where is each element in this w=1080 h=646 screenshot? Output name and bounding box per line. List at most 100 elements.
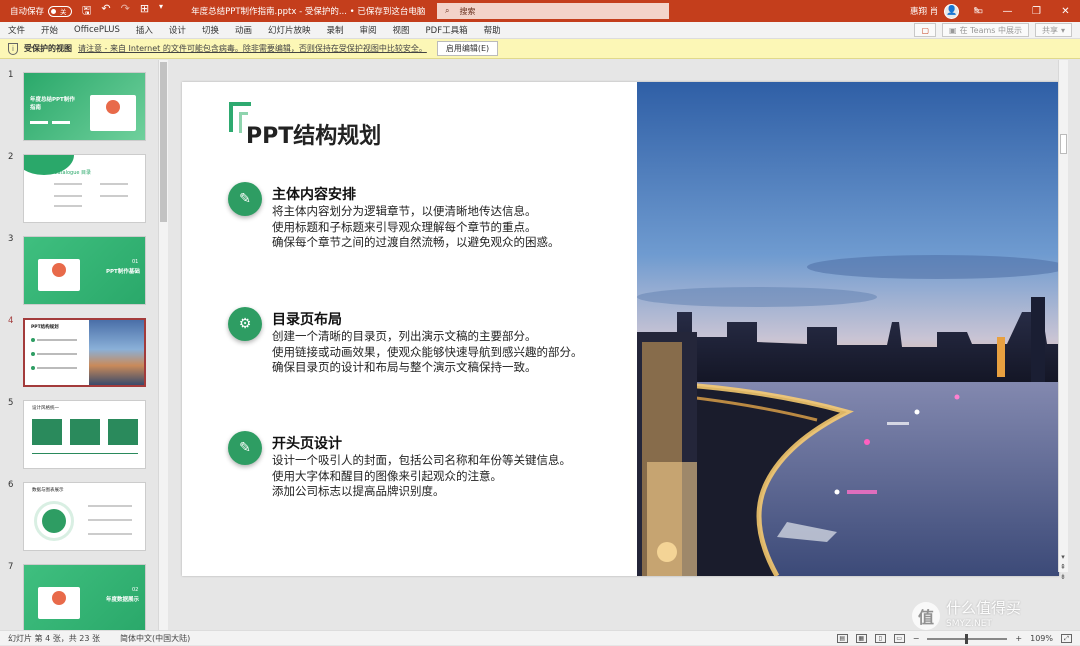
autosave-toggle[interactable]: 关 [48, 5, 73, 17]
thumb-title: 年度数据展示 [106, 597, 140, 603]
tab-home[interactable]: 开始 [33, 24, 66, 36]
slide-scrollbar[interactable] [1058, 60, 1068, 572]
slide-canvas[interactable]: PPT结构规划 ✎ 主体内容安排 将主体内容划分为逻辑章节，以便清晰地传达信息。… [182, 82, 1059, 576]
protected-view-bar: i 受保护的视图 请注意 - 来自 Internet 的文件可能包含病毒。除非需… [0, 39, 1080, 59]
status-bar: 幻灯片 第 4 张，共 23 张 简体中文(中国大陆) ▤ ▦ ▯ ▭ − + … [0, 630, 1080, 645]
scroll-thumb[interactable] [160, 62, 167, 222]
section-body: 将主体内容划分为逻辑章节，以便清晰地传达信息。 使用标题和子标题来引导观众理解每… [272, 204, 560, 251]
watermark-site: SMYZ.NET [946, 619, 992, 629]
section-heading: 目录页布局 [272, 312, 342, 328]
thumb-number: 2 [8, 152, 14, 162]
thumbnail-slide-3[interactable]: 01 PPT制作基础 [23, 236, 146, 305]
tab-transitions[interactable]: 切换 [194, 24, 227, 36]
tab-insert[interactable]: 插入 [128, 24, 161, 36]
enable-editing-button[interactable]: 启用编辑(E) [436, 41, 499, 56]
search-box[interactable]: ⌕ 搜索 [437, 3, 669, 19]
save-icon[interactable]: 🖫 [82, 2, 91, 21]
section-body: 设计一个吸引人的封面，包括公司名称和年份等关键信息。 使用大字体和醒目的图像来引… [272, 453, 571, 500]
thumb-title: PPT制作基础 [106, 269, 140, 275]
present-icon[interactable]: ⊞ [140, 2, 149, 21]
tab-slideshow[interactable]: 幻灯片放映 [260, 24, 319, 36]
slide-title[interactable]: PPT结构规划 [246, 118, 381, 150]
normal-view-icon[interactable]: ▤ [836, 634, 848, 643]
restore-icon[interactable]: ❐ [1022, 0, 1051, 22]
thumb-laptop-image [90, 95, 136, 131]
customize-qat-icon[interactable]: ▾ [159, 2, 163, 21]
body-line: 确保每个章节之间的过渡自然流畅，以避免观众的困惑。 [272, 235, 560, 249]
thumb-sub: 01 [132, 259, 139, 265]
city-skyline-photo[interactable] [637, 82, 1059, 576]
teams-icon: ▣ [949, 25, 957, 35]
zoom-in-icon[interactable]: + [1015, 634, 1022, 643]
tab-record[interactable]: 录制 [318, 24, 351, 36]
body-line: 添加公司标志以提高品牌识别度。 [272, 484, 445, 498]
tab-design[interactable]: 设计 [161, 24, 194, 36]
shield-icon: i [8, 42, 18, 55]
thumb-number: 1 [8, 70, 14, 80]
zoom-level[interactable]: 109% [1030, 634, 1053, 643]
document-title: 年度总结PPT制作指南.pptx - 受保护的... • 已保存到这台电脑 [191, 7, 426, 17]
thumb-laptop-image [38, 259, 80, 291]
teams-label: 在 Teams 中展示 [959, 25, 1022, 35]
slide-count: 幻灯片 第 4 张，共 23 张 [8, 633, 100, 643]
fit-slide-icon[interactable]: ⤢ [1061, 634, 1072, 643]
slide-sorter-icon[interactable]: ▦ [855, 634, 867, 643]
thumbnail-slide-7[interactable]: 02 年度数据展示 [23, 564, 146, 633]
thumb-number: 6 [8, 480, 14, 490]
search-placeholder: 搜索 [459, 6, 476, 16]
leaf-icon: ✎ [228, 182, 262, 216]
zoom-out-icon[interactable]: − [913, 634, 920, 643]
tab-file[interactable]: 文件 [0, 24, 33, 36]
leaf-icon: ✎ [228, 431, 262, 465]
section-heading: 开头页设计 [272, 436, 342, 452]
ribbon-display-icon[interactable]: ▭ [964, 0, 993, 22]
protected-view-title: 受保护的视图 [24, 44, 72, 53]
thumbnail-slide-5[interactable]: 设计风格统一 [23, 400, 146, 469]
thumbnail-slide-2[interactable]: Catalogue 目录 [23, 154, 146, 223]
tab-help[interactable]: 帮助 [476, 24, 509, 36]
thumbnail-slide-1[interactable]: 年度总结PPT制作指南 [23, 72, 146, 141]
thumb-title: 数据与图表展示 [32, 488, 64, 493]
body-line: 将主体内容划分为逻辑章节，以便清晰地传达信息。 [272, 204, 537, 218]
slide-thumbnail-pane: 1 年度总结PPT制作指南 2 Catalogue 目录 3 01 PPT制作基… [0, 60, 169, 633]
language[interactable]: 简体中文(中国大陆) [120, 633, 190, 644]
body-line: 确保目录页的设计和布局与整个演示文稿保持一致。 [272, 360, 537, 374]
slide-editor: PPT结构规划 ✎ 主体内容安排 将主体内容划分为逻辑章节，以便清晰地传达信息。… [170, 60, 1068, 630]
scroll-thumb[interactable] [1060, 134, 1067, 154]
redo-icon[interactable]: ↷ [121, 2, 130, 21]
share-label: 共享 [1041, 25, 1058, 35]
autosave[interactable]: 自动保存 关 [10, 5, 73, 17]
chevron-down-icon: ▾ [1060, 25, 1065, 35]
thumb-number: 5 [8, 398, 14, 408]
tab-view[interactable]: 视图 [385, 24, 418, 36]
undo-icon[interactable]: ↶ [101, 2, 110, 21]
user-name: 惠翔 肖 [910, 7, 939, 17]
comments-button[interactable]: ▢ [914, 23, 937, 37]
teams-present-button[interactable]: ▣ 在 Teams 中展示 [942, 23, 1029, 37]
thumb-laptop-image [38, 587, 80, 619]
gear-icon: ⚙ [228, 307, 262, 341]
slide-nav-buttons[interactable]: ▾ ⇞ ⇟ [1058, 552, 1068, 588]
tab-pdf-tools[interactable]: PDF工具箱 [418, 24, 476, 36]
protected-view-message[interactable]: 请注意 - 来自 Internet 的文件可能包含病毒。除非需要编辑，否则保持在… [78, 43, 427, 54]
zoom-slider[interactable] [927, 633, 1008, 644]
tab-review[interactable]: 审阅 [352, 24, 385, 36]
thumbnail-slide-6[interactable]: 数据与图表展示 [23, 482, 146, 551]
avatar[interactable]: 👤 [944, 3, 960, 19]
thumb-title: 年度总结PPT制作指南 [30, 97, 75, 111]
close-icon[interactable]: ✕ [1051, 0, 1080, 22]
thumb-number: 4 [8, 316, 14, 326]
body-line: 使用大字体和醒目的图像来引起观众的注意。 [272, 468, 502, 483]
body-line: 使用链接或动画效果，使观众能够快速导航到感兴趣的部分。 [272, 344, 583, 359]
thumbnail-scrollbar[interactable] [158, 60, 168, 630]
slideshow-icon[interactable]: ▭ [893, 634, 905, 643]
body-line: 使用标题和子标题来引导观众理解每个章节的重点。 [272, 219, 537, 234]
body-line: 创建一个清晰的目录页，列出演示文稿的主要部分。 [272, 329, 537, 343]
reading-view-icon[interactable]: ▯ [874, 634, 886, 643]
share-button[interactable]: 共享 ▾ [1034, 23, 1072, 37]
thumbnail-slide-4[interactable]: PPT结构规划 [23, 318, 146, 387]
thumb-title: Catalogue 目录 [54, 170, 92, 176]
minimize-icon[interactable]: — [993, 0, 1022, 22]
tab-officeplus[interactable]: OfficePLUS [66, 25, 128, 35]
tab-animations[interactable]: 动画 [227, 24, 260, 36]
